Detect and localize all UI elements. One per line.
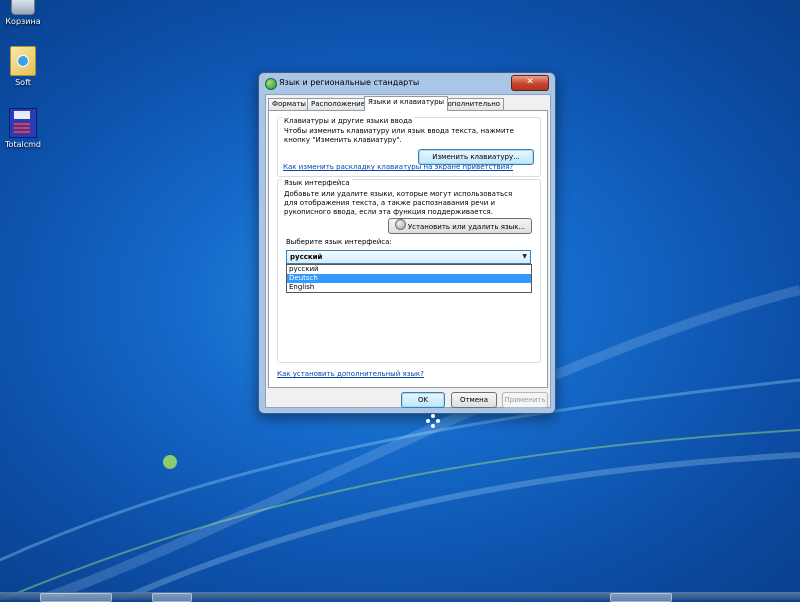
title-bar[interactable]: Язык и региональные стандарты ✕ — [259, 73, 555, 93]
desktop-icon-totalcmd[interactable]: Totalcmd — [0, 108, 46, 149]
tab-formats[interactable]: Форматы — [268, 98, 310, 110]
regional-settings-dialog: Язык и региональные стандарты ✕ Форматы … — [258, 72, 556, 414]
folder-icon — [10, 46, 36, 76]
ui-language-description: Добавьте или удалите языки, которые могу… — [284, 190, 513, 216]
taskbar-item[interactable] — [152, 593, 192, 602]
ui-language-group: Язык интерфейса Добавьте или удалите язы… — [277, 179, 541, 363]
chevron-down-icon: ▼ — [522, 253, 527, 260]
welcome-screen-layout-link[interactable]: Как изменить раскладку клавиатуры на экр… — [283, 163, 513, 171]
tab-panel-languages: Клавиатуры и другие языки ввода Чтобы из… — [268, 110, 548, 388]
shield-icon — [394, 219, 406, 230]
install-language-label: Установить или удалить язык... — [407, 223, 526, 231]
language-option[interactable]: English — [287, 283, 531, 292]
install-language-button[interactable]: Установить или удалить язык... — [388, 218, 532, 234]
taskbar-item[interactable] — [610, 593, 672, 602]
ui-language-select[interactable]: русский ▼ — [286, 250, 531, 264]
desktop-icon-label: Soft — [15, 78, 31, 87]
keyboards-group-title: Клавиатуры и другие языки ввода — [282, 117, 415, 126]
desktop-icon-soft[interactable]: Soft — [0, 46, 46, 87]
dialog-client-area: Форматы Расположение Языки и клавиатуры … — [265, 94, 551, 408]
taskbar — [0, 592, 800, 602]
cancel-button[interactable]: Отмена — [451, 392, 497, 408]
ui-language-dropdown: русский Deutsch English — [286, 264, 532, 293]
recycle-bin-icon — [11, 0, 35, 15]
select-language-label: Выберите язык интерфейса: — [286, 238, 392, 246]
ok-button[interactable]: OK — [401, 392, 445, 408]
close-button[interactable]: ✕ — [511, 75, 549, 91]
tab-languages-keyboards[interactable]: Языки и клавиатуры — [364, 96, 449, 111]
busy-cursor-icon — [426, 414, 440, 428]
language-option[interactable]: Deutsch — [287, 274, 531, 283]
dialog-title: Язык и региональные стандарты — [279, 78, 420, 87]
install-additional-language-link[interactable]: Как установить дополнительный язык? — [277, 370, 424, 378]
desktop-icon-label: Корзина — [5, 17, 41, 26]
language-option[interactable]: русский — [287, 265, 531, 274]
globe-icon — [265, 78, 277, 90]
ui-language-group-title: Язык интерфейса — [282, 179, 352, 188]
tab-location[interactable]: Расположение — [307, 98, 370, 110]
ui-language-selected-value: русский — [290, 253, 323, 261]
total-commander-icon — [9, 108, 37, 138]
desktop-icon-recycle-bin[interactable]: Корзина — [0, 0, 46, 26]
desktop-icon-label: Totalcmd — [5, 140, 41, 149]
taskbar-item[interactable] — [40, 593, 112, 602]
apply-button[interactable]: Применить — [502, 392, 548, 408]
keyboards-description: Чтобы изменить клавиатуру или язык ввода… — [284, 127, 514, 144]
